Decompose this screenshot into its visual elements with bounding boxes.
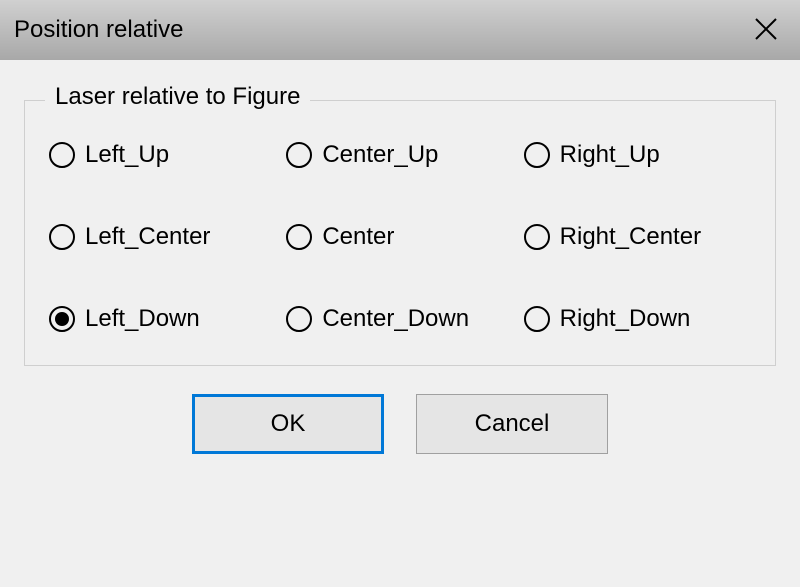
radio-label: Right_Up — [560, 141, 660, 169]
radio-icon — [49, 306, 75, 332]
radio-icon — [49, 224, 75, 250]
radio-label: Left_Center — [85, 223, 210, 251]
radio-icon — [286, 306, 312, 332]
radio-right-down[interactable]: Right_Down — [524, 305, 751, 333]
radio-left-down[interactable]: Left_Down — [49, 305, 276, 333]
radio-right-up[interactable]: Right_Up — [524, 141, 751, 169]
titlebar: Position relative — [0, 0, 800, 60]
radio-label: Left_Up — [85, 141, 169, 169]
dialog-content: Laser relative to Figure Left_Up Center_… — [0, 60, 800, 474]
groupbox-laser-relative: Laser relative to Figure Left_Up Center_… — [24, 100, 776, 366]
close-icon[interactable] — [746, 14, 786, 46]
radio-label: Center — [322, 223, 394, 251]
radio-icon — [286, 224, 312, 250]
radio-label: Left_Down — [85, 305, 200, 333]
radio-icon — [524, 306, 550, 332]
radio-left-up[interactable]: Left_Up — [49, 141, 276, 169]
radio-label: Right_Down — [560, 305, 691, 333]
radio-icon — [524, 142, 550, 168]
cancel-button[interactable]: Cancel — [416, 394, 608, 454]
radio-center[interactable]: Center — [286, 223, 513, 251]
radio-label: Center_Down — [322, 305, 469, 333]
dialog-title: Position relative — [14, 16, 183, 44]
radio-grid: Left_Up Center_Up Right_Up Left_Center C… — [49, 141, 751, 333]
radio-center-up[interactable]: Center_Up — [286, 141, 513, 169]
radio-left-center[interactable]: Left_Center — [49, 223, 276, 251]
radio-icon — [286, 142, 312, 168]
radio-label: Right_Center — [560, 223, 701, 251]
radio-right-center[interactable]: Right_Center — [524, 223, 751, 251]
ok-button[interactable]: OK — [192, 394, 384, 454]
radio-icon — [524, 224, 550, 250]
radio-icon — [49, 142, 75, 168]
groupbox-legend: Laser relative to Figure — [45, 83, 310, 111]
radio-label: Center_Up — [322, 141, 438, 169]
button-row: OK Cancel — [24, 394, 776, 454]
radio-center-down[interactable]: Center_Down — [286, 305, 513, 333]
